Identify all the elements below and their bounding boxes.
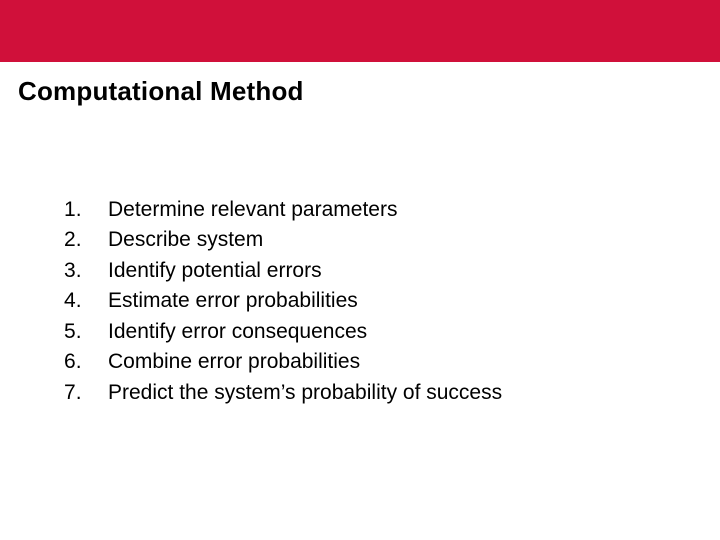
step-text: Describe system — [108, 225, 263, 255]
step-text: Combine error probabilities — [108, 347, 360, 377]
step-text: Determine relevant parameters — [108, 195, 397, 225]
list-item: Describe system — [64, 225, 720, 255]
step-text: Predict the system’s probability of succ… — [108, 378, 502, 408]
list-item: Predict the system’s probability of succ… — [64, 378, 720, 408]
list-item: Combine error probabilities — [64, 347, 720, 377]
step-text: Identify error consequences — [108, 317, 367, 347]
list-item: Estimate error probabilities — [64, 286, 720, 316]
steps-list: Determine relevant parameters Describe s… — [64, 195, 720, 408]
step-text: Identify potential errors — [108, 256, 322, 286]
list-item: Identify potential errors — [64, 256, 720, 286]
steps-list-wrap: Determine relevant parameters Describe s… — [0, 107, 720, 408]
list-item: Identify error consequences — [64, 317, 720, 347]
header-bar — [0, 0, 720, 62]
step-text: Estimate error probabilities — [108, 286, 358, 316]
list-item: Determine relevant parameters — [64, 195, 720, 225]
page-title: Computational Method — [0, 62, 720, 107]
